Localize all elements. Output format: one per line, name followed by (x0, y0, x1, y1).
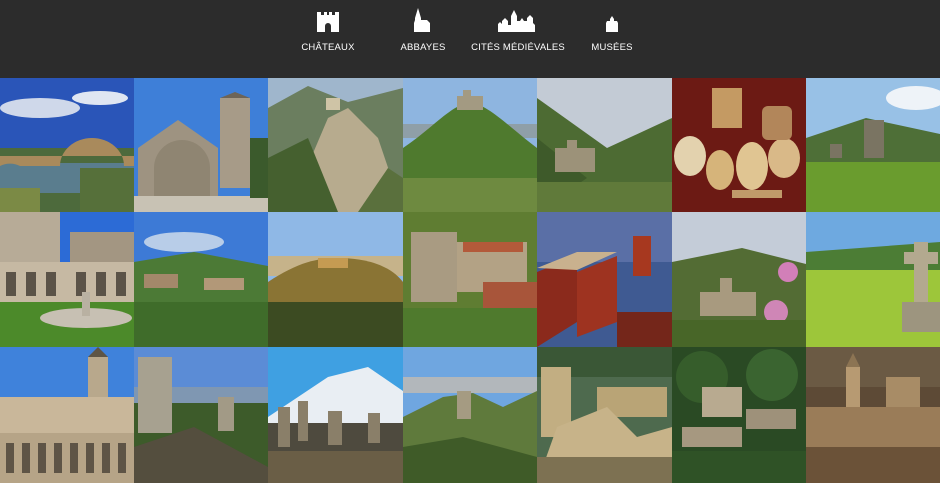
photo-tile-museum-display[interactable] (537, 212, 672, 347)
photo-tile-instruments[interactable] (672, 78, 806, 212)
photo-tile-towers-ruins[interactable] (134, 347, 268, 483)
tile-image (806, 78, 940, 212)
photo-tile-stone-cross[interactable] (806, 212, 940, 347)
medieval-city-icon (488, 6, 548, 32)
tile-image (403, 78, 537, 212)
nav-item-chateaux[interactable]: CHÂTEAUX (301, 6, 355, 72)
nav-label: MUSÉES (591, 42, 633, 53)
tile-image (268, 347, 403, 483)
nav-label: ABBAYES (400, 42, 446, 53)
photo-tile-cloister-fountain[interactable] (0, 212, 134, 347)
tile-image (134, 212, 268, 347)
photo-tile-ridge-castle[interactable] (403, 347, 537, 483)
tile-image (537, 78, 672, 212)
photo-tile-valley-castle[interactable] (537, 78, 672, 212)
tile-image (0, 78, 134, 212)
tile-image (134, 347, 268, 483)
photo-tile-bridge[interactable] (0, 78, 134, 212)
tile-image (268, 78, 403, 212)
photo-tile-cliff-fortress[interactable] (537, 347, 672, 483)
abbey-icon (403, 6, 443, 32)
photo-tile-sunset-hill[interactable] (268, 212, 403, 347)
tile-image (806, 212, 940, 347)
photo-tile-forest-abbey[interactable] (672, 347, 806, 483)
nav-label: CITÉS MÉDIÉVALES (471, 42, 565, 53)
tile-image (672, 212, 806, 347)
tile-image (537, 212, 672, 347)
photo-tile-abbey-apse[interactable] (134, 78, 268, 212)
tile-image (403, 212, 537, 347)
nav-item-abbayes[interactable]: ABBAYES (400, 6, 446, 72)
photo-tile-snowy-castle[interactable] (268, 347, 403, 483)
tile-image (403, 347, 537, 483)
tile-image (268, 212, 403, 347)
castle-icon (308, 6, 348, 32)
museum-icon (592, 6, 632, 32)
photo-tile-hill-town[interactable] (806, 347, 940, 483)
top-navigation: CHÂTEAUX ABBAYES CITÉS MÉDIÉVALES MUSÉES (0, 0, 940, 78)
photo-tile-fortress-walls[interactable] (403, 212, 537, 347)
tile-image (0, 212, 134, 347)
photo-tile-hill-castle[interactable] (403, 78, 537, 212)
photo-tile-village[interactable] (134, 212, 268, 347)
photo-grid (0, 78, 940, 483)
tile-image (0, 347, 134, 483)
nav-label: CHÂTEAUX (301, 42, 355, 53)
tile-image (537, 347, 672, 483)
tile-image (134, 78, 268, 212)
tile-image (672, 78, 806, 212)
nav-item-musees[interactable]: MUSÉES (591, 6, 633, 72)
photo-tile-castle-blossom[interactable] (672, 212, 806, 347)
photo-tile-mountain-castle[interactable] (268, 78, 403, 212)
tile-image (672, 347, 806, 483)
nav-item-cites-medievales[interactable]: CITÉS MÉDIÉVALES (471, 6, 565, 72)
photo-tile-cloister-tower[interactable] (0, 347, 134, 483)
photo-tile-tower-field[interactable] (806, 78, 940, 212)
tile-image (806, 347, 940, 483)
